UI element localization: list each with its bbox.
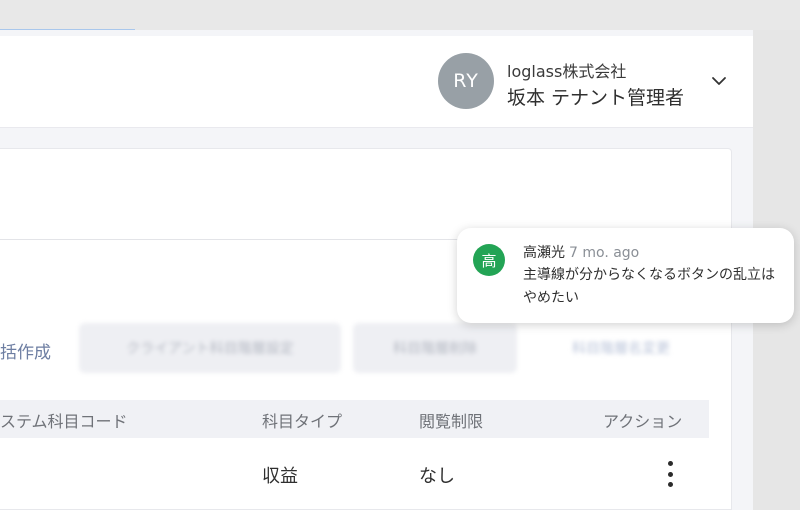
bulk-create-link[interactable]: 括作成	[0, 338, 51, 363]
cell-view-restriction: なし	[419, 466, 455, 487]
client-hierarchy-setting-button[interactable]: クライアント科目階層設定	[79, 323, 341, 373]
content-card: 括作成 クライアント科目階層設定 科目階層削除 科目階層名変更 システム科目コー…	[0, 148, 732, 510]
comment-author: 高瀬光	[523, 245, 565, 261]
column-header-view-restriction: 閲覧制限	[419, 412, 484, 431]
user-display-name: 坂本 テナント管理者	[507, 87, 685, 109]
column-header-type: 科目タイプ	[262, 412, 343, 431]
table-row: 収益 なし	[0, 438, 709, 510]
chevron-down-icon[interactable]	[710, 72, 728, 90]
app-header: RY loglass株式会社 坂本 テナント管理者	[0, 36, 753, 128]
column-header-system-code: システム科目コード	[0, 412, 128, 431]
delete-hierarchy-button[interactable]: 科目階層削除	[353, 323, 517, 373]
comment-time: 7 mo. ago	[569, 245, 640, 261]
user-avatar[interactable]: RY	[438, 53, 494, 109]
comment-popup: 高 高瀬光 7 mo. ago 主導線が分からなくなるボタンの乱立はやめたい	[457, 228, 794, 323]
table-header: システム科目コード 科目タイプ 閲覧制限 アクション	[0, 400, 709, 438]
cell-account-type: 収益	[262, 466, 298, 487]
column-header-action: アクション	[603, 412, 683, 431]
more-actions-icon[interactable]	[660, 458, 680, 490]
commenter-avatar: 高	[473, 244, 505, 276]
comment-meta: 高瀬光 7 mo. ago	[523, 242, 639, 262]
rename-hierarchy-button[interactable]: 科目階層名変更	[531, 323, 711, 373]
comment-text: 主導線が分からなくなるボタンの乱立はやめたい	[523, 267, 775, 306]
browser-top-strip	[0, 0, 800, 31]
user-company-name: loglass株式会社	[507, 62, 627, 81]
